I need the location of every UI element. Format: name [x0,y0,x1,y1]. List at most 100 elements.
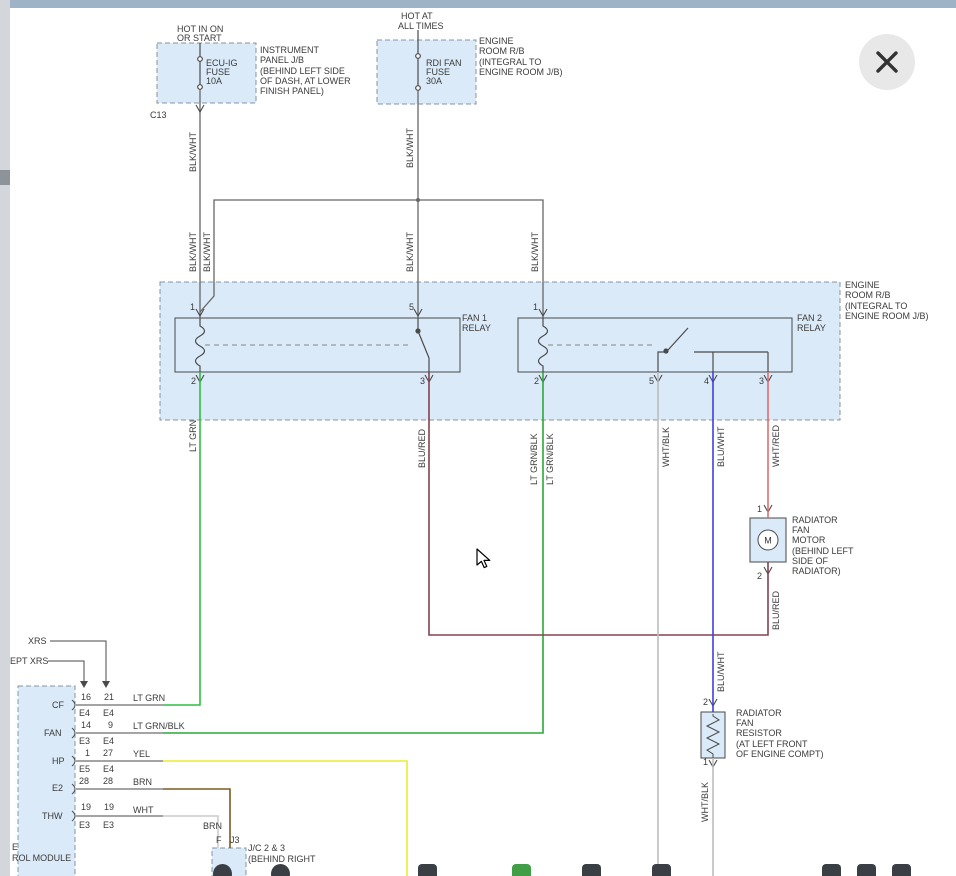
diagram-label: E3 [79,736,90,746]
diagram-label: 9 [108,720,113,730]
diagram-label: FINISH PANEL) [260,86,324,96]
diagram-label: RESISTOR [736,728,782,738]
wiring-diagram: M [0,0,956,876]
diagram-label: E [12,842,18,852]
toolbar-icon[interactable] [892,864,911,876]
diagram-label: C13 [150,110,167,120]
diagram-label: E3 [79,820,90,830]
except-xrs-arrowhead [80,681,88,688]
diagram-label: WHT/BLK [700,782,710,822]
diagram-label: 28 [79,776,89,786]
diagram-label: BLU/WHT [716,652,726,693]
diagram-label: CF [52,700,64,710]
diagram-label: OF DASH, AT LOWER [260,76,351,86]
diagram-label: BLK/WHT [530,232,540,272]
fan2-pin2: 2 [534,376,539,386]
close-button[interactable] [859,34,915,90]
diagram-label: 30A [426,76,442,86]
diagram-label: WHT/RED [771,425,781,467]
diagram-label: ROOM R/B [479,46,525,56]
diagram-label: HOT AT [401,11,433,21]
diagram-label: (AT LEFT FRONT [736,739,808,749]
fan1-contact-dot [416,329,420,333]
diagram-label: (INTEGRAL TO [479,57,541,67]
diagram-label: ENGINE ROOM J/B) [845,311,929,321]
resistor-pin2: 2 [703,697,708,707]
resistor-pin1: 1 [703,757,708,767]
fuse2-terminal-top [416,54,421,59]
diagram-label: WHT/BLK [661,427,671,467]
diagram-label: (BEHIND RIGHT [248,854,316,864]
toolbar-icon[interactable] [582,864,601,876]
diagram-label: 21 [104,692,114,702]
toolbar-icon[interactable] [822,864,841,876]
diagram-label: E4 [103,708,114,718]
diagram-label: BLK/WHT [202,232,212,272]
diagram-label: BLU/RED [417,429,427,468]
diagram-label: XRS [28,636,47,646]
diagram-label: OR START [177,33,222,43]
diagram-label: 19 [104,802,114,812]
diagram-label: J3 [230,835,240,845]
diagram-label: MOTOR [792,535,825,545]
diagram-label: THW [42,811,63,821]
diagram-label: BLK/WHT [405,128,415,168]
toolbar-icon[interactable] [512,864,531,876]
mouse-cursor [476,548,494,572]
diagram-label: FAN 1 [462,313,487,323]
diagram-label: 27 [103,748,113,758]
motor-pin1: 1 [757,504,762,514]
diagram-label: BRN [133,777,152,787]
diagram-label: FAN [792,525,810,535]
diagram-label: LT GRN/BLK [133,721,185,731]
toolbar-icon[interactable] [652,864,671,876]
diagram-label: PANEL J/B [260,55,304,65]
fan2-pin1: 1 [533,302,538,312]
diagram-label: ENGINE [845,280,880,290]
diagram-label: RADIATOR) [792,566,841,576]
diagram-label: ENGINE [479,36,514,46]
ecm-connector-box [18,686,75,876]
fan2-pin4: 4 [704,376,709,386]
diagram-label: RELAY [797,323,826,333]
diagram-label: 19 [81,802,91,812]
junction-dot [416,198,420,202]
diagram-label: RADIATOR [736,708,782,718]
diagram-label: BLK/WHT [188,132,198,172]
diagram-label: FAN [44,728,62,738]
toolbar-icon[interactable] [418,864,437,876]
diagram-label: BLU/WHT [716,427,726,468]
diagram-label: 28 [103,776,113,786]
diagram-label: FAN [736,718,754,728]
toolbar-icon[interactable] [857,864,876,876]
diagram-label: (INTEGRAL TO [845,301,907,311]
fuse1-terminal-top [198,57,203,62]
except-xrs-pointer-line [48,661,84,681]
diagram-label: FAN 2 [797,313,822,323]
xrs-arrowhead [102,681,110,688]
fan1-pin2: 2 [191,376,196,386]
diagram-label: YEL [133,749,150,759]
diagram-label: BLU/RED [771,591,781,630]
engine-room-rb-relay-box [160,282,840,420]
diagram-label: F [216,835,222,845]
fan2-contact-dot [664,349,668,353]
screen: M [0,0,956,876]
pin-arrows [196,105,772,767]
diagram-label: ROOM R/B [845,290,891,300]
close-icon [874,49,900,75]
motor-pin2: 2 [757,571,762,581]
diagram-label: E4 [79,708,90,718]
fuse1-terminal-bottom [198,85,203,90]
diagram-label: INSTRUMENT [260,45,319,55]
diagram-label: HP [52,756,65,766]
diagram-label: E2 [52,783,63,793]
diagram-label: LT GRN/BLK [545,433,555,485]
diagram-label: LT GRN [188,420,198,452]
diagram-label: LT GRN [133,693,165,703]
diagram-label: ROL MODULE [12,853,71,863]
variant-pointers [48,641,110,688]
diagram-label: ENGINE ROOM J/B) [479,67,563,77]
diagram-label: RELAY [462,323,491,333]
fan1-pin5: 5 [409,302,414,312]
